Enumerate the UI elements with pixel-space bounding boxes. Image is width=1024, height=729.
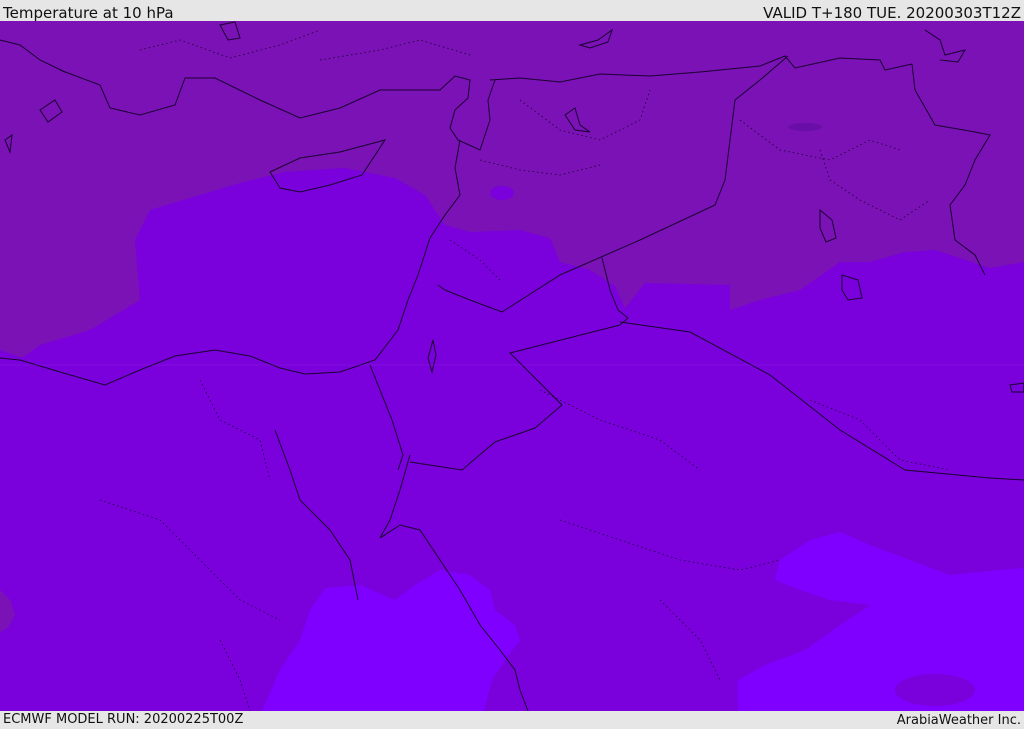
mid-spot-syria xyxy=(490,186,514,200)
map-title: Temperature at 10 hPa xyxy=(3,4,174,22)
credit-label: ArabiaWeather Inc. xyxy=(896,713,1021,728)
mid-spot-south xyxy=(895,674,975,706)
valid-time-label: VALID T+180 TUE. 20200303T12Z xyxy=(763,4,1021,22)
map-svg xyxy=(0,21,1024,711)
cold-spot-iran xyxy=(788,123,822,131)
model-run-label: ECMWF MODEL RUN: 20200225T00Z xyxy=(3,712,244,727)
footer-bar: ECMWF MODEL RUN: 20200225T00Z ArabiaWeat… xyxy=(0,711,1024,729)
header-bar: Temperature at 10 hPa VALID T+180 TUE. 2… xyxy=(0,0,1024,22)
temperature-map xyxy=(0,21,1024,711)
weather-map-page: Temperature at 10 hPa VALID T+180 TUE. 2… xyxy=(0,0,1024,729)
